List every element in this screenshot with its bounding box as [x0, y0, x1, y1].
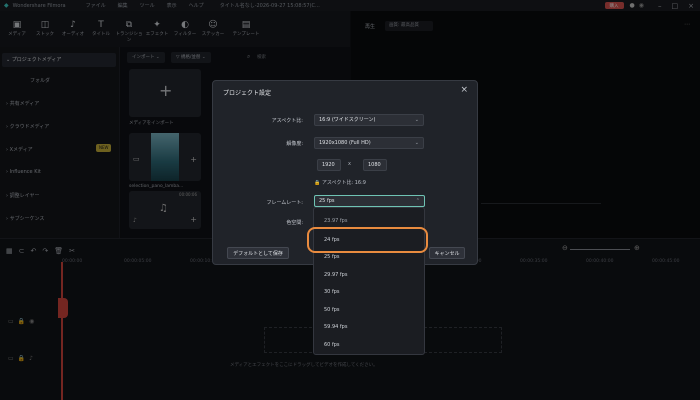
close-icon[interactable]: × — [460, 85, 468, 95]
frame-rate-value: 25 fps — [319, 198, 335, 204]
fps-24-highlight — [307, 227, 428, 253]
fps-option-25[interactable]: 25 fps — [324, 254, 340, 260]
aspect-ratio-label: アスペクト比: — [271, 118, 303, 124]
aspect-ratio-select[interactable]: 16:9 (ワイドスクリーン) ⌄ — [314, 114, 424, 126]
dialog-title: プロジェクト設定 — [223, 90, 272, 97]
resolution-value: 1920x1080 (Full HD) — [319, 140, 371, 146]
fps-option-23-97[interactable]: 23.97 fps — [324, 218, 347, 224]
fps-option-50[interactable]: 50 fps — [324, 307, 340, 313]
aspect-lock-text: アスペクト比: 16:9 — [321, 180, 366, 186]
fps-option-30[interactable]: 30 fps — [324, 289, 340, 295]
lock-icon: 🔒 — [314, 180, 322, 186]
cancel-button[interactable]: キャンセル — [429, 247, 465, 259]
resolution-label: 解像度: — [286, 141, 303, 147]
height-input[interactable]: 1080 — [363, 159, 387, 171]
chevron-down-icon: ⌄ — [414, 117, 419, 123]
aspect-ratio-value: 16:9 (ワイドスクリーン) — [319, 117, 376, 123]
frame-rate-label: フレームレート: — [266, 200, 303, 206]
frame-rate-select[interactable]: 25 fps ⌃ — [314, 195, 425, 207]
fps-option-59-94[interactable]: 59.94 fps — [324, 324, 347, 330]
resolution-select[interactable]: 1920x1080 (Full HD) ⌄ — [314, 137, 424, 149]
aspect-lock-row[interactable]: 🔒 アスペクト比: 16:9 — [314, 179, 366, 186]
chevron-up-icon: ⌃ — [415, 198, 420, 204]
dimension-separator: x — [348, 161, 351, 167]
color-space-label: 色空間: — [286, 220, 303, 226]
width-input[interactable]: 1920 — [317, 159, 341, 171]
fps-option-60[interactable]: 60 fps — [324, 342, 340, 348]
fps-option-29-97[interactable]: 29.97 fps — [324, 272, 347, 278]
save-as-default-button[interactable]: デフォルトとして保存 — [227, 247, 289, 259]
chevron-down-icon: ⌄ — [414, 140, 419, 146]
